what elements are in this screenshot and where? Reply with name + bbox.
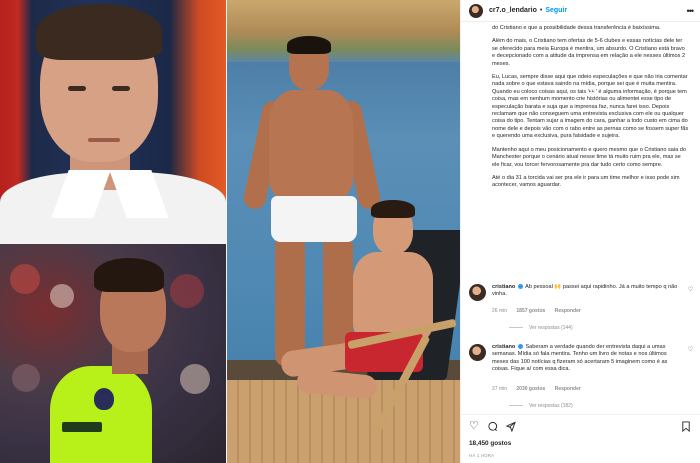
view-replies-link[interactable]: Ver respostas (182) <box>509 403 573 409</box>
reply-button[interactable]: Responder <box>555 386 581 392</box>
comment-time: 26 min <box>492 308 508 314</box>
comment-time: 27 min <box>492 386 508 392</box>
photo-player-green-kit <box>0 244 226 463</box>
caption-paragraph: do Cristiano e que a possibilidade dessa… <box>492 25 661 31</box>
comment-avatar[interactable] <box>469 284 486 301</box>
comment-avatar[interactable] <box>469 344 486 361</box>
post-actions-bar: ♡ <box>461 414 700 438</box>
comment-meta: 26 min 1857 gostos Responder <box>492 308 589 314</box>
comment-text-block: cristiano Saberam a verdade quando der e… <box>492 344 682 374</box>
comment-meta: 27 min 2030 gostos Responder <box>492 386 589 392</box>
photo-boat-two-men <box>227 0 460 463</box>
comment-like-heart-icon[interactable]: ♡ <box>688 346 693 353</box>
caption-paragraph: Até o dia 31 a torcida vai ser pra ele i… <box>492 174 680 189</box>
likes-count[interactable]: 18,450 gostos <box>469 440 511 447</box>
post-header: cr7.o_lendario • Seguir ••• <box>461 0 700 22</box>
bookmark-icon[interactable] <box>681 421 691 435</box>
share-icon[interactable] <box>505 421 516 435</box>
more-options-icon[interactable]: ••• <box>687 6 695 16</box>
comment-icon[interactable] <box>487 421 498 435</box>
caption-paragraph: Além do mais, o Cristiano tem ofertas de… <box>492 38 686 67</box>
comment-username[interactable]: cristiano <box>492 344 515 350</box>
heart-icon[interactable]: ♡ <box>469 421 479 432</box>
avatar[interactable] <box>469 3 483 18</box>
reply-button[interactable]: Responder <box>555 308 581 314</box>
comment-text-block: cristiano Ab pessoal 🙌 passei aqui rapid… <box>492 284 682 299</box>
caption-paragraph: Mantenho aqui o meu posicionamento e que… <box>492 146 687 168</box>
photo-man-portrait <box>0 0 226 243</box>
post-sidebar: cr7.o_lendario • Seguir ••• do Cristiano… <box>460 0 700 463</box>
username-link[interactable]: cr7.o_lendario <box>489 7 537 14</box>
comment-like-heart-icon[interactable]: ♡ <box>688 286 693 293</box>
post-timestamp: HÁ 1 HORA <box>469 453 495 458</box>
comment-username[interactable]: cristiano <box>492 284 515 290</box>
post-image-collage[interactable] <box>0 0 460 463</box>
comment-likes-link[interactable]: 1857 gostos <box>516 308 545 314</box>
post-caption: do Cristiano e que a possibilidade dessa… <box>461 22 700 394</box>
caption-paragraph: Eu, Lucas, sempre disse aqui que odeio e… <box>492 74 689 140</box>
view-replies-link[interactable]: Ver respostas (144) <box>509 325 573 331</box>
verified-badge-icon <box>517 344 523 350</box>
verified-badge-icon <box>517 284 523 290</box>
separator-dot: • <box>539 7 543 14</box>
follow-button[interactable]: Seguir <box>545 7 567 14</box>
comment-likes-link[interactable]: 2030 gostos <box>516 386 545 392</box>
